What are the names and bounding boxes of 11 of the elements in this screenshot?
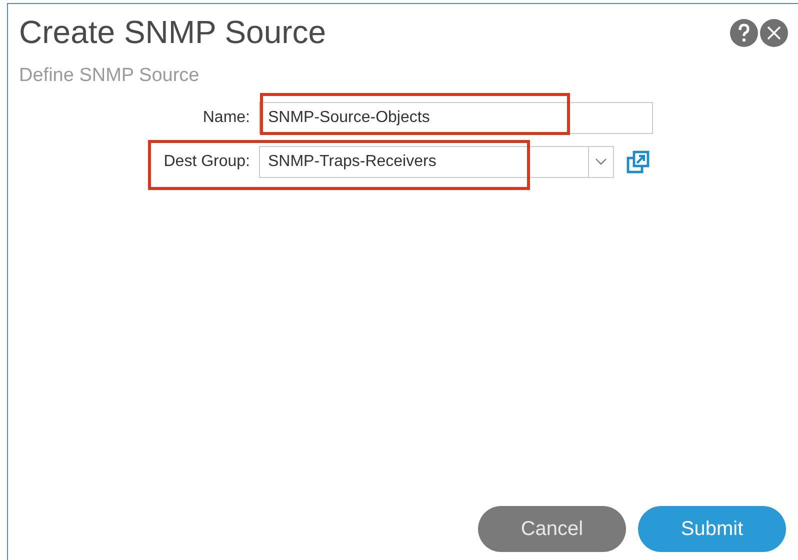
close-icon[interactable] <box>760 18 788 46</box>
name-field[interactable]: SNMP-Source-Objects <box>259 102 653 134</box>
field-label: Name: <box>202 109 251 127</box>
chevron-down-icon <box>595 158 607 166</box>
cancel-button[interactable]: Cancel <box>478 506 626 552</box>
dialog-subtitle: Define SNMP Source <box>18 64 200 87</box>
help-icon[interactable] <box>730 18 758 46</box>
dest-group-dropdown[interactable]: SNMP-Traps-Receivers <box>259 146 614 178</box>
field-label: Dest Group: <box>162 153 251 171</box>
dialog-title: Create SNMP Source <box>19 14 326 51</box>
open-window-icon[interactable] <box>626 150 650 174</box>
